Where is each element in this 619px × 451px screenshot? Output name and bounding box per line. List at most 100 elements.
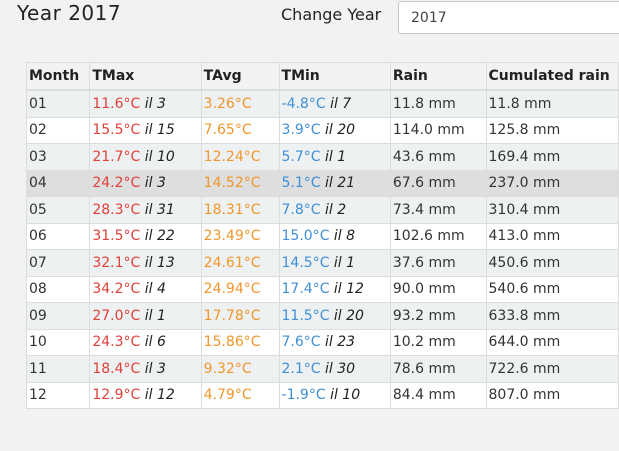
month-cell: 06 xyxy=(25,222,91,250)
month-cell: 04 xyxy=(25,169,91,197)
tavg-value: 7.65°C xyxy=(203,122,252,139)
tmin-value: 5.7°C xyxy=(281,148,321,165)
tmax-day: il 13 xyxy=(144,254,175,271)
tmax-day: il 4 xyxy=(144,281,166,298)
tmin-day: il 30 xyxy=(325,360,356,377)
cumulated-rain-cell: 413.0 mm xyxy=(485,222,619,250)
tavg-value: 18.31°C xyxy=(203,201,261,218)
rain-cell: 78.6 mm xyxy=(389,355,487,383)
rain-cell: 93.2 mm xyxy=(389,302,487,330)
cumulated-rain-cell: 11.8 mm xyxy=(485,89,619,118)
cumulated-rain-cell: 807.0 mm xyxy=(485,381,619,409)
tmin-value: 2.1°C xyxy=(281,360,321,377)
tmax-cell: 32.1°C il 13 xyxy=(89,249,202,277)
tavg-value: 4.79°C xyxy=(203,387,252,404)
table-row: 05 28.3°C il 31 18.31°C 7.8°C il 2 73.4 mm 31… xyxy=(25,196,619,224)
tmin-day: il 1 xyxy=(333,254,356,271)
tavg-cell: 3.26°C xyxy=(200,89,280,118)
tmin-day: il 10 xyxy=(330,387,361,404)
table-body: 01 11.6°C il 3 3.26°C -4.8°C il 7 11.8 mm 11.… xyxy=(25,89,619,409)
column-header-cumulated-rain: Cumulated rain xyxy=(485,62,619,91)
table-row: 03 21.7°C il 10 12.24°C 5.7°C il 1 43.6 mm 16… xyxy=(25,143,619,171)
tavg-cell: 7.65°C xyxy=(200,116,280,144)
tmax-day: il 3 xyxy=(144,175,166,192)
rain-cell: 84.4 mm xyxy=(389,381,487,409)
page-title: Year 2017 xyxy=(17,1,122,25)
tmin-day: il 1 xyxy=(325,148,347,165)
tmax-value: 18.4°C xyxy=(92,360,141,377)
tmin-value: 14.5°C xyxy=(281,254,330,271)
rain-cell: 90.0 mm xyxy=(389,275,487,303)
tavg-value: 3.26°C xyxy=(203,95,252,112)
tmax-day: il 3 xyxy=(144,95,166,112)
tavg-cell: 15.86°C xyxy=(200,328,280,356)
tmax-cell: 24.2°C il 3 xyxy=(89,169,202,197)
rain-cell: 102.6 mm xyxy=(389,222,487,250)
tavg-cell: 17.78°C xyxy=(200,302,280,330)
tmax-day: il 1 xyxy=(144,307,166,324)
tmax-value: 32.1°C xyxy=(92,254,141,271)
tmax-cell: 18.4°C il 3 xyxy=(89,355,202,383)
tmax-cell: 34.2°C il 4 xyxy=(89,275,202,303)
tmax-day: il 15 xyxy=(144,122,175,139)
month-cell: 03 xyxy=(25,143,91,171)
cumulated-rain-cell: 310.4 mm xyxy=(485,196,619,224)
tmin-day: il 7 xyxy=(330,95,352,112)
tmax-cell: 31.5°C il 22 xyxy=(89,222,202,250)
tmin-day: il 8 xyxy=(333,228,356,245)
tavg-value: 24.61°C xyxy=(203,254,261,271)
tmax-value: 15.5°C xyxy=(92,122,141,139)
tmax-value: 34.2°C xyxy=(92,281,141,298)
tavg-cell: 24.61°C xyxy=(200,249,280,277)
tmax-cell: 21.7°C il 10 xyxy=(89,143,202,171)
tmin-value: 11.5°C xyxy=(281,307,330,324)
tmin-cell: 15.0°C il 8 xyxy=(278,222,391,250)
tmin-cell: 2.1°C il 30 xyxy=(278,355,391,383)
tmin-value: -1.9°C xyxy=(281,387,326,404)
tmin-cell: 11.5°C il 20 xyxy=(278,302,391,330)
tmin-day: il 2 xyxy=(325,201,347,218)
tmin-cell: -4.8°C il 7 xyxy=(278,89,391,118)
table-row: 02 15.5°C il 15 7.65°C 3.9°C il 20 114.0 mm 1… xyxy=(25,116,619,144)
tmax-value: 28.3°C xyxy=(92,201,141,218)
column-header-month: Month xyxy=(25,62,91,91)
table-row: 12 12.9°C il 12 4.79°C -1.9°C il 10 84.4 mm 8… xyxy=(25,381,619,409)
rain-cell: 43.6 mm xyxy=(389,143,487,171)
month-cell: 02 xyxy=(25,116,91,144)
month-cell: 05 xyxy=(25,196,91,224)
tavg-cell: 9.32°C xyxy=(200,355,280,383)
tmax-value: 21.7°C xyxy=(92,148,141,165)
table-row: 09 27.0°C il 1 17.78°C 11.5°C il 20 93.2 mm 6… xyxy=(25,302,619,330)
month-cell: 10 xyxy=(25,328,91,356)
table-row: 07 32.1°C il 13 24.61°C 14.5°C il 1 37.6 mm 4… xyxy=(25,249,619,277)
tmax-value: 12.9°C xyxy=(92,387,141,404)
month-cell: 12 xyxy=(25,381,91,409)
column-header-tmin: TMin xyxy=(278,62,391,91)
tavg-cell: 23.49°C xyxy=(200,222,280,250)
cumulated-rain-cell: 450.6 mm xyxy=(485,249,619,277)
tavg-value: 14.52°C xyxy=(203,175,261,192)
tmax-day: il 10 xyxy=(144,148,175,165)
cumulated-rain-cell: 237.0 mm xyxy=(485,169,619,197)
rain-cell: 114.0 mm xyxy=(389,116,487,144)
rain-cell: 10.2 mm xyxy=(389,328,487,356)
month-cell: 08 xyxy=(25,275,91,303)
tmin-cell: 5.7°C il 1 xyxy=(278,143,391,171)
tmax-cell: 28.3°C il 31 xyxy=(89,196,202,224)
tmin-cell: -1.9°C il 10 xyxy=(278,381,391,409)
tmin-cell: 7.6°C il 23 xyxy=(278,328,391,356)
tavg-value: 9.32°C xyxy=(203,360,252,377)
tmin-day: il 21 xyxy=(325,175,356,192)
tmin-value: 7.8°C xyxy=(281,201,321,218)
table-row: 10 24.3°C il 6 15.86°C 7.6°C il 23 10.2 mm 64… xyxy=(25,328,619,356)
tmin-value: 5.1°C xyxy=(281,175,321,192)
year-input[interactable] xyxy=(398,1,619,34)
tmin-value: -4.8°C xyxy=(281,95,326,112)
tmin-value: 17.4°C xyxy=(281,281,330,298)
monthly-weather-table: Month TMax TAvg TMin Rain Cumulated rain… xyxy=(25,62,619,409)
table-row: 01 11.6°C il 3 3.26°C -4.8°C il 7 11.8 mm 11.… xyxy=(25,89,619,118)
tavg-cell: 18.31°C xyxy=(200,196,280,224)
tmax-cell: 11.6°C il 3 xyxy=(89,89,202,118)
tmin-value: 3.9°C xyxy=(281,122,321,139)
cumulated-rain-cell: 125.8 mm xyxy=(485,116,619,144)
